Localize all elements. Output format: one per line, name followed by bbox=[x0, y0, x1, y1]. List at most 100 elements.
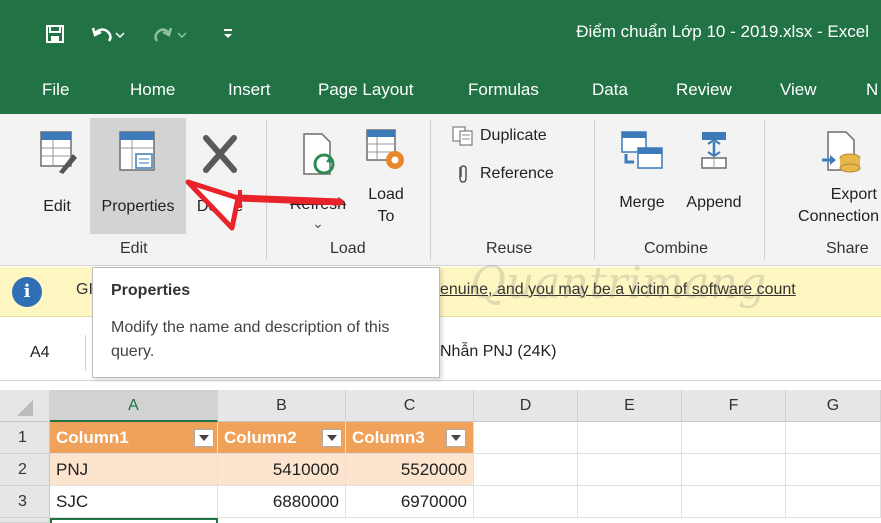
properties-tooltip: Properties Modify the name and descripti… bbox=[92, 267, 440, 378]
row-header[interactable]: 2 bbox=[0, 454, 50, 486]
undo-icon[interactable] bbox=[90, 22, 126, 46]
duplicate-button[interactable]: Duplicate bbox=[452, 126, 547, 146]
row-header[interactable]: 3 bbox=[0, 486, 50, 518]
empty-cell[interactable] bbox=[578, 422, 682, 454]
tab-view[interactable]: View bbox=[780, 80, 817, 100]
filter-dropdown-icon[interactable] bbox=[322, 429, 342, 447]
formula-input[interactable]: Nhẫn PNJ (24K) bbox=[440, 343, 557, 361]
reference-button[interactable]: Reference bbox=[452, 164, 554, 184]
group-label-combine: Combine bbox=[644, 240, 709, 257]
edit-query-label: Edit bbox=[43, 198, 71, 215]
table-header-cell[interactable]: Column1 bbox=[50, 422, 218, 454]
table-header-text: Column3 bbox=[352, 428, 425, 447]
red-arrow-annotation bbox=[185, 179, 344, 231]
save-icon[interactable] bbox=[42, 22, 68, 46]
empty-cell[interactable] bbox=[474, 486, 578, 518]
empty-cell[interactable] bbox=[578, 454, 682, 486]
tab-page-layout[interactable]: Page Layout bbox=[318, 80, 413, 100]
duplicate-label: Duplicate bbox=[480, 127, 547, 144]
empty-cell[interactable] bbox=[578, 486, 682, 518]
window-title: Điểm chuẩn Lớp 10 - 2019.xlsx - Excel bbox=[576, 22, 869, 41]
empty-cell[interactable] bbox=[786, 486, 881, 518]
column-header-a[interactable]: A bbox=[50, 390, 218, 422]
properties-label: Properties bbox=[101, 198, 175, 215]
append-button[interactable]: Append bbox=[678, 124, 750, 234]
tooltip-title: Properties bbox=[111, 282, 191, 299]
merge-label: Merge bbox=[619, 194, 665, 211]
group-label-load: Load bbox=[330, 240, 366, 257]
info-text-prefix: GI bbox=[76, 281, 93, 298]
table-cell[interactable]: 6880000 bbox=[218, 486, 346, 518]
tab-review[interactable]: Review bbox=[676, 80, 732, 100]
load-to-button[interactable]: Load To bbox=[356, 118, 416, 238]
empty-cell[interactable] bbox=[786, 454, 881, 486]
name-box[interactable]: A4 bbox=[14, 335, 86, 371]
load-to-icon bbox=[366, 129, 404, 169]
column-header-c[interactable]: C bbox=[346, 390, 474, 422]
edit-query-button[interactable]: Edit bbox=[30, 124, 84, 234]
table-cell[interactable]: 5520000 bbox=[346, 454, 474, 486]
column-header-g[interactable]: G bbox=[786, 390, 881, 422]
empty-cell[interactable] bbox=[682, 486, 786, 518]
properties-icon bbox=[119, 131, 155, 171]
empty-cell[interactable] bbox=[682, 454, 786, 486]
append-label: Append bbox=[686, 194, 742, 211]
table-cell[interactable]: PNJ bbox=[50, 454, 218, 486]
export-connection-button[interactable]: Export Connection bbox=[774, 124, 881, 234]
table-header-text: Column2 bbox=[224, 428, 297, 447]
tab-file[interactable]: File bbox=[42, 80, 69, 100]
group-label-share: Share bbox=[826, 240, 869, 257]
export-connection-icon bbox=[822, 131, 861, 173]
reference-label: Reference bbox=[480, 165, 554, 182]
export-label-line2: Connection bbox=[798, 208, 879, 225]
filter-dropdown-icon[interactable] bbox=[194, 429, 214, 447]
spreadsheet-grid: A B C D E F G 1 Column1 Column2 Column3 … bbox=[0, 390, 881, 523]
edit-query-icon bbox=[40, 131, 77, 174]
ribbon-separator bbox=[430, 120, 431, 260]
column-header-f[interactable]: F bbox=[682, 390, 786, 422]
row-header[interactable] bbox=[0, 518, 50, 523]
tab-data[interactable]: Data bbox=[592, 80, 628, 100]
merge-button[interactable]: Merge bbox=[606, 124, 678, 234]
row-header[interactable]: 1 bbox=[0, 422, 50, 454]
column-header-b[interactable]: B bbox=[218, 390, 346, 422]
reference-icon bbox=[459, 165, 467, 183]
table-cell[interactable]: 6970000 bbox=[346, 486, 474, 518]
ribbon-separator bbox=[594, 120, 595, 260]
merge-icon bbox=[621, 131, 663, 169]
duplicate-icon bbox=[452, 126, 473, 146]
empty-cell[interactable] bbox=[786, 422, 881, 454]
menu-bar: File Home Insert Page Layout Formulas Da… bbox=[0, 68, 881, 114]
info-icon: i bbox=[12, 277, 42, 307]
tab-home[interactable]: Home bbox=[130, 80, 175, 100]
title-bar: Điểm chuẩn Lớp 10 - 2019.xlsx - Excel bbox=[0, 0, 881, 68]
export-label-line1: Export bbox=[830, 186, 877, 203]
ribbon-separator bbox=[764, 120, 765, 260]
tab-more[interactable]: N bbox=[866, 80, 878, 100]
column-header-d[interactable]: D bbox=[474, 390, 578, 422]
append-icon bbox=[701, 132, 727, 169]
active-cell[interactable] bbox=[50, 518, 218, 523]
filter-dropdown-icon[interactable] bbox=[446, 429, 466, 447]
tab-insert[interactable]: Insert bbox=[228, 80, 271, 100]
watermark: Quantrimang bbox=[470, 258, 767, 309]
tab-formulas[interactable]: Formulas bbox=[468, 80, 539, 100]
properties-button[interactable]: Properties bbox=[90, 118, 186, 234]
select-all-corner[interactable] bbox=[0, 390, 50, 422]
empty-cell[interactable] bbox=[474, 422, 578, 454]
ribbon: Edit Properties Delete Edit Refresh ⌄ bbox=[0, 114, 881, 266]
table-header-cell[interactable]: Column3 bbox=[346, 422, 474, 454]
load-to-label-line1: Load bbox=[368, 186, 404, 203]
tooltip-description: Modify the name and description of this … bbox=[111, 319, 390, 360]
empty-cell[interactable] bbox=[682, 422, 786, 454]
column-header-e[interactable]: E bbox=[578, 390, 682, 422]
table-cell[interactable]: SJC bbox=[50, 486, 218, 518]
redo-icon bbox=[150, 22, 188, 46]
table-cell[interactable]: 5410000 bbox=[218, 454, 346, 486]
table-header-cell[interactable]: Column2 bbox=[218, 422, 346, 454]
select-all-icon bbox=[16, 400, 33, 416]
customize-icon[interactable] bbox=[220, 22, 236, 46]
empty-cell[interactable] bbox=[474, 454, 578, 486]
group-label-edit: Edit bbox=[120, 240, 148, 257]
table-header-text: Column1 bbox=[56, 428, 129, 447]
